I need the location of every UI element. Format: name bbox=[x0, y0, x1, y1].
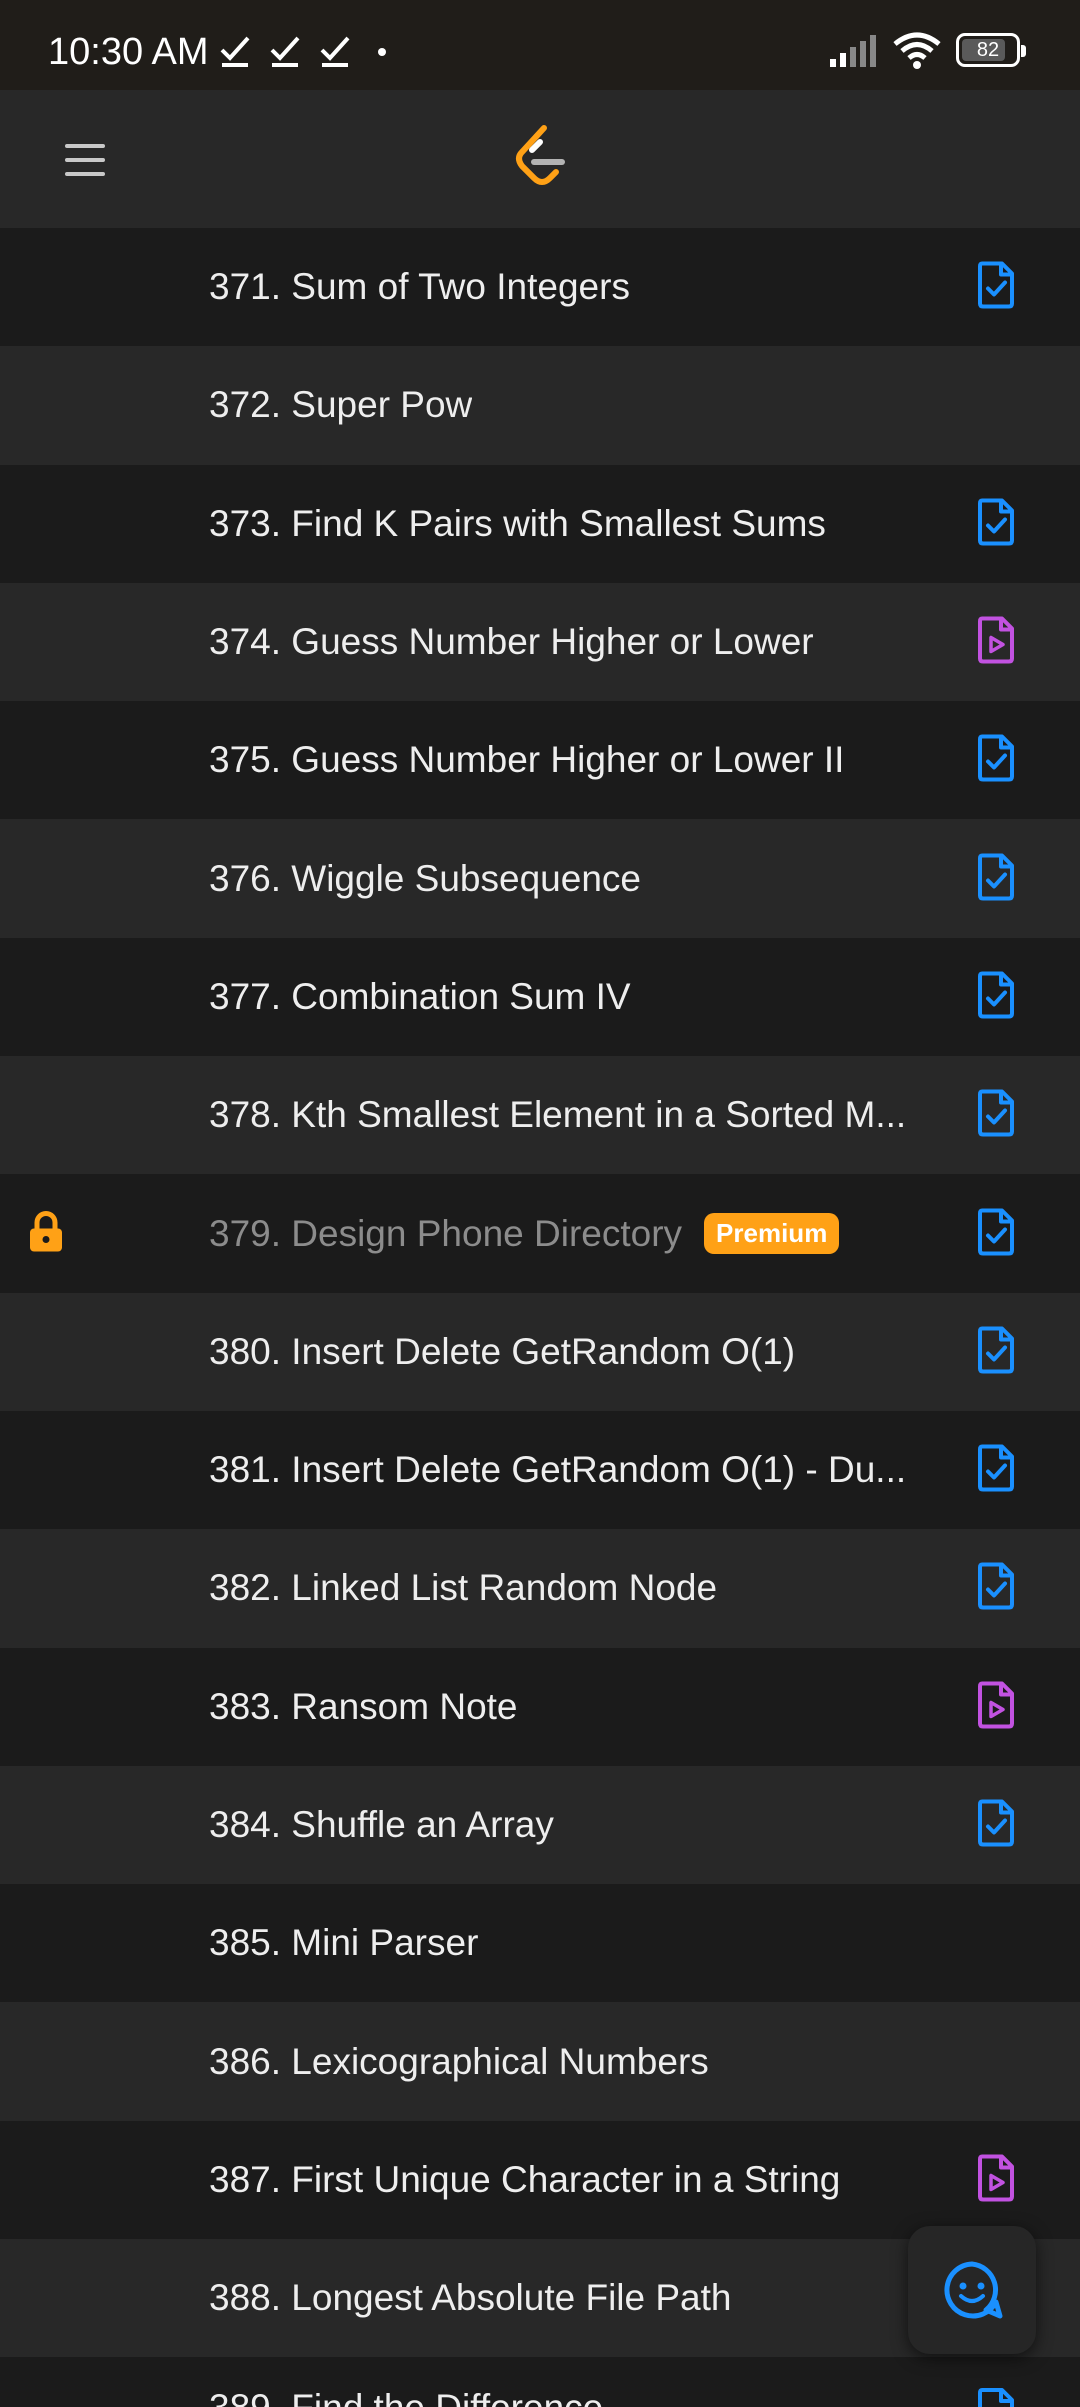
problem-row[interactable]: 378. Kth Smallest Element in a Sorted M.… bbox=[0, 1056, 1080, 1175]
problem-row[interactable]: 375. Guess Number Higher or Lower II bbox=[0, 701, 1080, 820]
problem-title-text: 389. Find the Difference bbox=[209, 2387, 603, 2407]
solution-icon bbox=[976, 734, 1016, 787]
problem-title-text: 388. Longest Absolute File Path bbox=[209, 2277, 732, 2319]
problem-title-text: 377. Combination Sum IV bbox=[209, 975, 631, 1017]
problem-title: 371. Sum of Two Integers bbox=[209, 266, 630, 308]
problem-row[interactable]: 377. Combination Sum IV bbox=[0, 937, 1080, 1057]
battery-level: 82 bbox=[976, 38, 1000, 61]
leetcode-logo-icon[interactable] bbox=[512, 124, 568, 193]
solution-icon bbox=[976, 261, 1016, 314]
problem-title-text: 385. Mini Parser bbox=[209, 1922, 479, 1964]
system-indicators: 82 bbox=[828, 30, 1026, 70]
problem-title-text: 381. Insert Delete GetRandom O(1) - Du..… bbox=[209, 1449, 907, 1491]
problem-row[interactable]: 381. Insert Delete GetRandom O(1) - Du..… bbox=[0, 1410, 1080, 1530]
problem-row[interactable]: 382. Linked List Random Node bbox=[0, 1529, 1080, 1648]
video-solution-icon bbox=[976, 1680, 1016, 1733]
problem-title-text: 373. Find K Pairs with Smallest Sums bbox=[209, 502, 826, 544]
problem-title: 384. Shuffle an Array bbox=[209, 1804, 554, 1846]
status-bar: 10:30 AM 82 bbox=[0, 0, 1080, 90]
solution-icon bbox=[976, 852, 1016, 905]
problem-row[interactable]: 372. Super Pow bbox=[0, 346, 1080, 465]
check-icon bbox=[320, 36, 350, 67]
problem-title-text: 378. Kth Smallest Element in a Sorted M.… bbox=[209, 1094, 907, 1136]
problem-row[interactable]: 383. Ransom Note bbox=[0, 1647, 1080, 1766]
problem-title-text: 374. Guess Number Higher or Lower bbox=[209, 621, 814, 663]
premium-badge: Premium bbox=[704, 1212, 840, 1254]
problem-row[interactable]: 384. Shuffle an Array bbox=[0, 1765, 1080, 1885]
problem-title: 375. Guess Number Higher or Lower II bbox=[209, 739, 844, 781]
video-solution-icon bbox=[976, 2153, 1016, 2206]
hamburger-menu-icon[interactable] bbox=[50, 128, 120, 192]
check-icon bbox=[220, 36, 250, 67]
problem-title: 382. Linked List Random Node bbox=[209, 1567, 717, 1609]
problem-title: 378. Kth Smallest Element in a Sorted M.… bbox=[209, 1094, 906, 1136]
notification-dot bbox=[378, 48, 386, 56]
solution-icon bbox=[976, 1444, 1016, 1497]
problem-title: 376. Wiggle Subsequence bbox=[209, 858, 641, 900]
solution-icon bbox=[976, 497, 1016, 550]
problem-title: 383. Ransom Note bbox=[209, 1686, 518, 1728]
chat-smiley-icon bbox=[944, 2261, 1003, 2319]
problem-row[interactable]: 380. Insert Delete GetRandom O(1) bbox=[0, 1292, 1080, 1411]
problem-title-text: 371. Sum of Two Integers bbox=[209, 266, 630, 308]
status-time: 10:30 AM bbox=[48, 31, 209, 73]
problem-title: 372. Super Pow bbox=[209, 384, 472, 426]
problem-row[interactable]: 379. Design Phone Directory Premium bbox=[0, 1174, 1080, 1293]
solution-icon bbox=[976, 2387, 1016, 2407]
lock-icon bbox=[26, 1209, 66, 1258]
problem-title: 386. Lexicographical Numbers bbox=[209, 2041, 709, 2083]
problem-title-text: 383. Ransom Note bbox=[209, 1685, 518, 1727]
battery-icon: 82 bbox=[956, 33, 1026, 67]
problem-title-text: 372. Super Pow bbox=[209, 384, 473, 426]
solution-icon bbox=[976, 1799, 1016, 1852]
problem-title: 379. Design Phone Directory Premium bbox=[209, 1212, 840, 1255]
problem-list: 371. Sum of Two Integers 372. Super Pow 37… bbox=[0, 228, 1080, 2407]
wifi-icon bbox=[893, 32, 941, 69]
problem-row[interactable]: 385. Mini Parser bbox=[0, 1884, 1080, 2003]
battery-nub bbox=[1021, 45, 1026, 57]
solution-icon bbox=[976, 970, 1016, 1023]
problem-title-text: 376. Wiggle Subsequence bbox=[209, 857, 641, 899]
problem-row[interactable]: 387. First Unique Character in a String bbox=[0, 2120, 1080, 2240]
solution-icon bbox=[976, 1207, 1016, 1260]
problem-row[interactable]: 386. Lexicographical Numbers bbox=[0, 2002, 1080, 2121]
problem-row[interactable]: 371. Sum of Two Integers bbox=[0, 228, 1080, 347]
solution-icon bbox=[976, 1562, 1016, 1615]
check-icon bbox=[270, 36, 300, 67]
problem-title-text: 384. Shuffle an Array bbox=[209, 1804, 554, 1845]
problem-title-text: 379. Design Phone Directory bbox=[209, 1212, 683, 1254]
problem-title: 389. Find the Difference bbox=[209, 2387, 603, 2407]
solution-icon bbox=[976, 1325, 1016, 1378]
problem-title: 377. Combination Sum IV bbox=[209, 976, 631, 1018]
problem-title-text: 375. Guess Number Higher or Lower II bbox=[209, 739, 845, 781]
notification-icons bbox=[218, 32, 354, 68]
problem-title: 374. Guess Number Higher or Lower bbox=[209, 621, 814, 663]
problem-row[interactable]: 373. Find K Pairs with Smallest Sums bbox=[0, 464, 1080, 583]
problem-title: 373. Find K Pairs with Smallest Sums bbox=[209, 503, 826, 545]
solution-icon bbox=[976, 1089, 1016, 1142]
signal-icon bbox=[830, 35, 876, 67]
video-solution-icon bbox=[976, 616, 1016, 669]
problem-title: 385. Mini Parser bbox=[209, 1922, 478, 1964]
problem-row[interactable]: 374. Guess Number Higher or Lower bbox=[0, 582, 1080, 702]
problem-title: 381. Insert Delete GetRandom O(1) - Du..… bbox=[209, 1449, 906, 1491]
problem-title-text: 380. Insert Delete GetRandom O(1) bbox=[209, 1330, 796, 1372]
problem-title: 387. First Unique Character in a String bbox=[209, 2159, 840, 2201]
problem-title-text: 387. First Unique Character in a String bbox=[209, 2158, 841, 2200]
problem-title: 388. Longest Absolute File Path bbox=[209, 2277, 731, 2319]
app-header bbox=[0, 90, 1080, 228]
problem-title: 380. Insert Delete GetRandom O(1) bbox=[209, 1331, 795, 1373]
chat-fab-button[interactable] bbox=[908, 2226, 1036, 2354]
problem-title-text: 386. Lexicographical Numbers bbox=[209, 2040, 709, 2082]
problem-row[interactable]: 376. Wiggle Subsequence bbox=[0, 819, 1080, 938]
problem-title-text: 382. Linked List Random Node bbox=[209, 1567, 718, 1609]
